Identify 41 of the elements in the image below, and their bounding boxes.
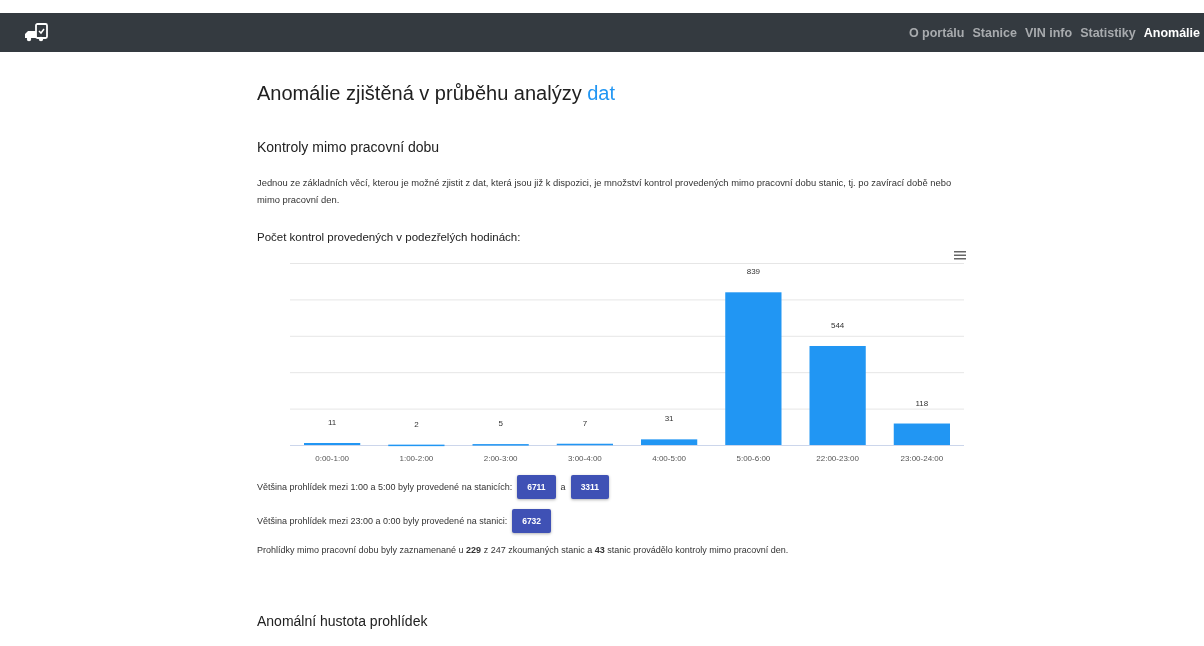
value-label: 118 [915, 398, 929, 408]
nav-link[interactable]: VIN info [1024, 25, 1073, 40]
bar [893, 423, 950, 445]
station-button[interactable]: 3311 [570, 474, 610, 499]
nav-link[interactable]: O portálu [908, 25, 965, 40]
conjunction-text: a [560, 481, 566, 492]
axis-label: 1:00-2:00 [399, 453, 434, 463]
axis-label: 0:00-1:00 [315, 453, 350, 463]
axis-label: 2:00-3:00 [483, 453, 518, 463]
section-heading: Anomální hustota prohlídek [257, 612, 429, 629]
value-label: 5 [498, 418, 503, 428]
nav-link[interactable]: Stanice [972, 25, 1017, 40]
value-label: 839 [746, 267, 761, 277]
station-button[interactable]: 6711 [517, 474, 556, 499]
finding-text: Většina prohlídek mezi 1:00 a 5:00 byly provedené na stanicích: [257, 481, 513, 492]
bar [556, 443, 613, 446]
page-title: Anomálie zjištěná v průběhu analýzy [257, 82, 582, 104]
page-title-highlight: dat [587, 82, 615, 104]
summary-text: Prohlídky mimo pracovní dobu byly zaznamenané u 229 z 247 zkoumaných stanic a 43 stanic provádělo kontroly mimo pracovní den. [257, 544, 790, 555]
nav-link[interactable]: Statistiky [1080, 25, 1136, 40]
station-button[interactable]: 6732 [512, 508, 552, 533]
axis-label: 22:00-23:00 [816, 453, 859, 463]
section-heading: Kontroly mimo pracovní dobu [257, 139, 441, 155]
axis-label: 3:00-4:00 [567, 453, 602, 463]
nav-link[interactable]: Anomálie [1143, 25, 1200, 40]
axis-label: 23:00-24:00 [900, 453, 944, 463]
value-label: 11 [327, 417, 337, 427]
value-label: 7 [582, 418, 588, 428]
axis-label: 5:00-6:00 [736, 453, 771, 463]
bar [472, 443, 529, 446]
axis-label: 4:00-5:00 [652, 453, 687, 463]
truck-clipboard-icon[interactable] [24, 22, 50, 43]
chart-heading: Počet kontrol provedených v podezřelých hodinách: [257, 230, 522, 243]
value-label: 544 [830, 320, 845, 330]
bar [304, 442, 361, 445]
bar [641, 439, 698, 445]
menu-icon[interactable] [954, 250, 966, 260]
value-label: 2 [414, 419, 419, 429]
value-label: 31 [664, 414, 674, 424]
paragraph: Jednou ze základních věcí, kterou je možné zjistit z dat, která jsou již k dispozici, je množství kontrol provedených mimo pracovní dobu stanic, tj. po zavírací době nebo mimo pracovní den. [257, 176, 953, 207]
finding-text: Většina prohlídek mezi 23:00 a 0:00 byly provedené na stanici: [257, 515, 508, 526]
